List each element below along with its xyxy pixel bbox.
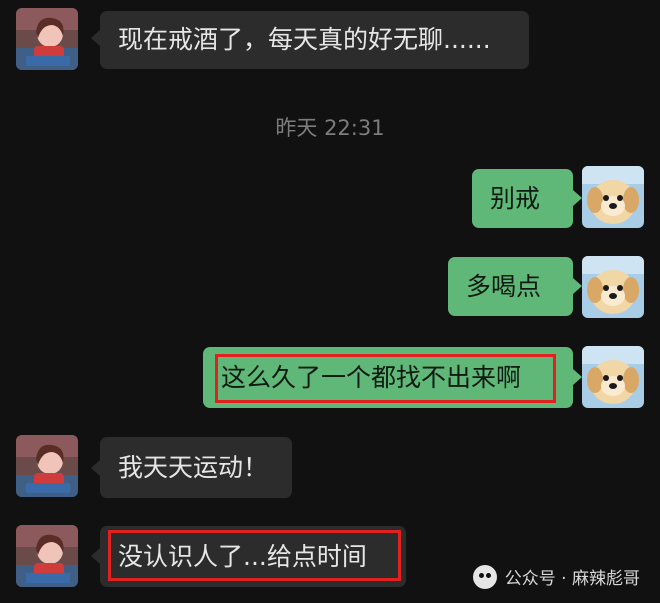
message-bubble[interactable]: 没认识人了...给点时间 [100, 526, 406, 587]
girl-avatar-icon [16, 525, 78, 587]
watermark-text: 公众号 · 麻辣彪哥 [504, 569, 640, 589]
contact-avatar[interactable] [16, 8, 78, 70]
message-text: 我天天运动！ [118, 452, 269, 482]
bubble-tail [91, 548, 100, 564]
chat-timestamp: 昨天 22:31 [275, 116, 385, 140]
bubble-tail [91, 30, 100, 46]
puppy-avatar-icon [582, 166, 644, 228]
my-avatar[interactable] [582, 346, 644, 408]
bubble-tail [573, 278, 582, 294]
puppy-avatar-icon [582, 256, 644, 318]
girl-avatar-icon [16, 8, 78, 70]
watermark: 公众号 · 麻辣彪哥 [472, 564, 640, 589]
message-bubble[interactable]: 我天天运动！ [100, 437, 292, 498]
message-bubble[interactable]: 这么久了一个都找不出来啊 [203, 347, 573, 408]
bubble-tail [573, 369, 582, 385]
girl-avatar-icon [16, 435, 78, 497]
my-avatar[interactable] [582, 256, 644, 318]
message-bubble[interactable]: 现在戒酒了，每天真的好无聊...... [100, 11, 529, 69]
my-avatar[interactable] [582, 166, 644, 228]
contact-avatar[interactable] [16, 525, 78, 587]
message-text: 这么久了一个都找不出来啊 [221, 362, 522, 392]
bubble-tail [91, 460, 100, 476]
message-bubble[interactable]: 多喝点 [448, 257, 573, 316]
puppy-avatar-icon [582, 346, 644, 408]
message-text: 别戒 [490, 183, 541, 213]
message-text: 现在戒酒了，每天真的好无聊...... [118, 25, 491, 54]
message-bubble[interactable]: 别戒 [472, 169, 573, 228]
wechat-official-account-icon [472, 564, 497, 589]
contact-avatar[interactable] [16, 435, 78, 497]
bubble-tail [573, 190, 582, 206]
message-text: 多喝点 [466, 271, 542, 301]
message-text: 没认识人了...给点时间 [118, 541, 367, 571]
